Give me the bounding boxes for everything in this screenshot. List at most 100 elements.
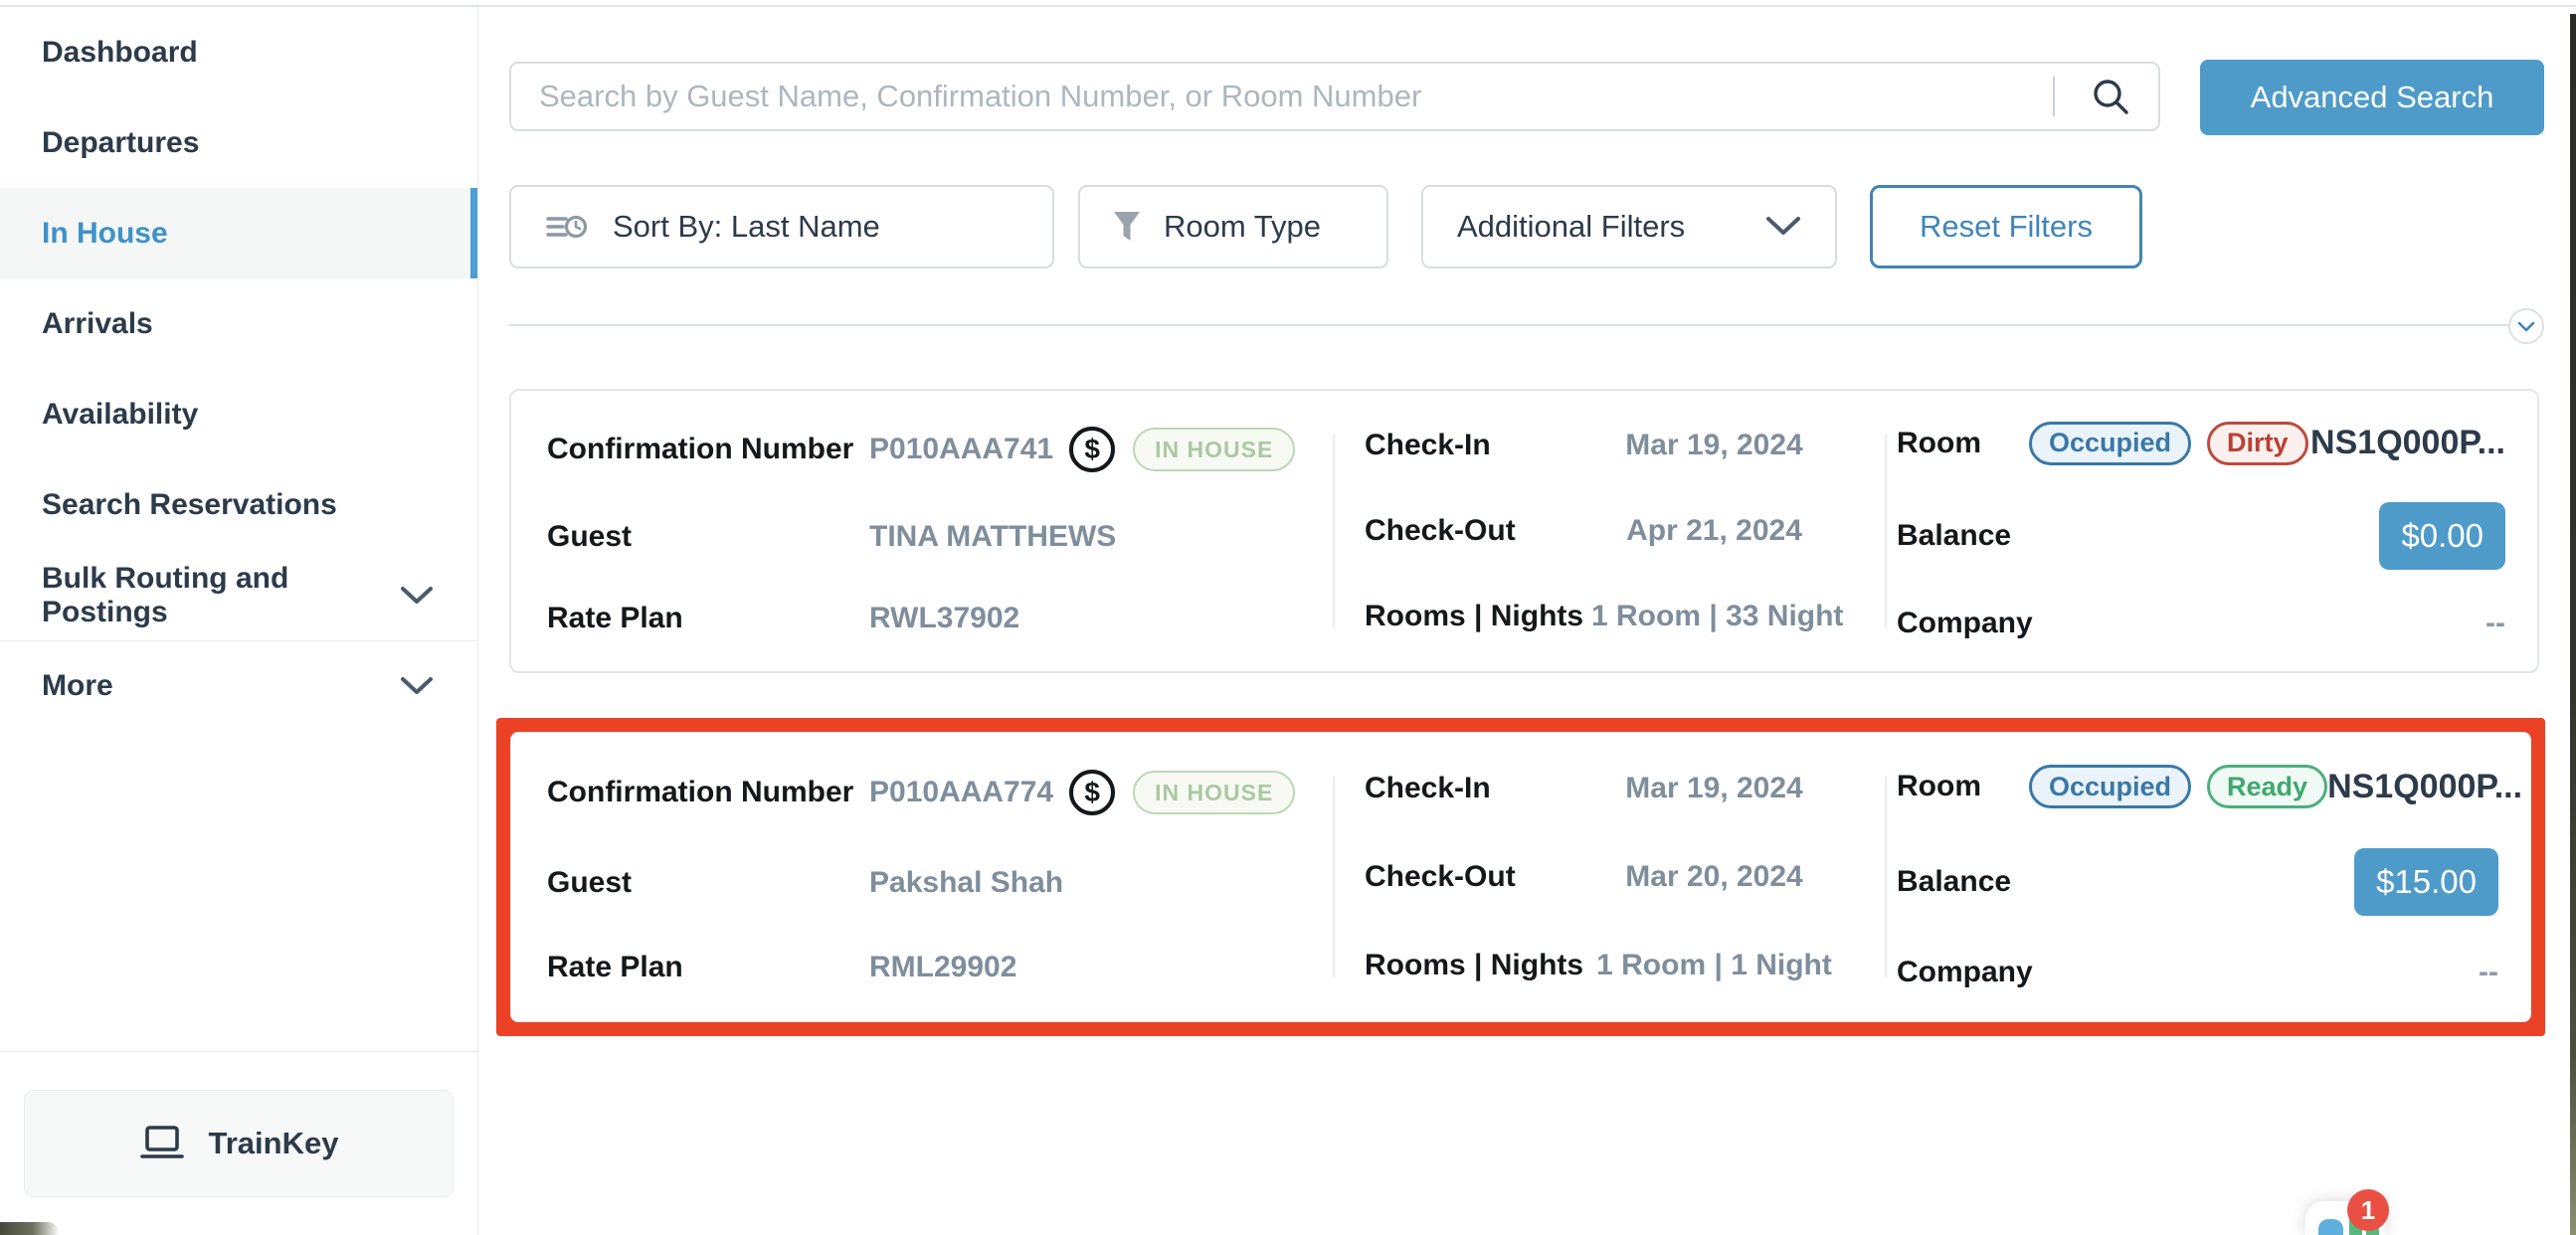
sort-by-time-icon (545, 208, 589, 246)
checkin-label: Check-In (1365, 429, 1591, 462)
chevron-down-icon (2517, 321, 2535, 332)
balance-label: Balance (1897, 519, 2011, 553)
chevron-down-icon (400, 676, 434, 696)
rate-plan-label: Rate Plan (547, 602, 869, 635)
rooms-nights-value: 1 Room | 33 Night (1591, 600, 1843, 633)
room-status-badge-occupied: Occupied (2029, 765, 2191, 808)
filters-divider (509, 324, 2510, 326)
rate-plan-row: Rate Plan RWL37902 (547, 602, 1333, 635)
sort-by-label: Sort By: Last Name (613, 209, 880, 245)
highlight-frame: Confirmation Number P010AAA774 $ IN HOUS… (496, 718, 2545, 1036)
collapse-filters-toggle[interactable] (2508, 308, 2544, 344)
search-icon[interactable] (2089, 75, 2132, 118)
balance-row: Balance $0.00 (1897, 502, 2505, 570)
sidebar-item-label: Bulk Routing and Postings (42, 562, 400, 629)
reset-filters-button[interactable]: Reset Filters (1870, 185, 2142, 268)
sidebar-item-bulk-routing[interactable]: Bulk Routing and Postings (0, 550, 477, 640)
room-status-badge-occupied: Occupied (2029, 422, 2191, 465)
balance-button[interactable]: $15.00 (2354, 848, 2498, 916)
room-type-label: Room Type (1164, 209, 1321, 245)
rate-plan-value: RML29902 (869, 951, 1016, 984)
checkin-value: Mar 19, 2024 (1591, 772, 1837, 805)
laptop-icon (139, 1125, 185, 1162)
dollar-icon[interactable]: $ (1069, 427, 1115, 472)
in-house-status-badge: IN HOUSE (1133, 428, 1295, 471)
balance-row: Balance $15.00 (1897, 848, 2498, 916)
guest-value: Pakshal Shah (869, 866, 1063, 900)
guest-label: Guest (547, 520, 869, 554)
rooms-nights-value: 1 Room | 1 Night (1591, 949, 1837, 982)
rooms-nights-label: Rooms | Nights (1365, 949, 1591, 982)
card-guest-column: Confirmation Number P010AAA741 $ IN HOUS… (511, 403, 1333, 659)
background-window-edge (2570, 14, 2576, 1235)
trainkey-label: TrainKey (209, 1126, 339, 1161)
card-room-column: Room Occupied Dirty NS1Q000P... Balance … (1887, 403, 2537, 659)
checkout-value: Mar 20, 2024 (1591, 860, 1837, 894)
room-row: Room Occupied Ready NS1Q000P... (1897, 765, 2498, 808)
checkin-value: Mar 19, 2024 (1591, 429, 1837, 462)
search-field (509, 62, 2160, 131)
sidebar-item-label: More (42, 669, 113, 703)
confirmation-value: P010AAA774 (869, 776, 1053, 809)
sort-by-button[interactable]: Sort By: Last Name (509, 185, 1054, 268)
rate-plan-label: Rate Plan (547, 951, 869, 984)
trainkey-button[interactable]: TrainKey (24, 1090, 454, 1197)
balance-label: Balance (1897, 865, 2011, 899)
card-dates-column: Check-In Mar 19, 2024 Check-Out Mar 20, … (1333, 745, 1887, 1009)
sidebar-item-label: Search Reservations (42, 488, 337, 522)
rooms-nights-label: Rooms | Nights (1365, 600, 1591, 633)
pms-in-house-screen: Dashboard Departures In House Arrivals A… (0, 0, 2576, 1235)
checkout-row: Check-Out Apr 21, 2024 (1365, 514, 1837, 548)
company-value: -- (2485, 607, 2505, 640)
rooms-nights-row: Rooms | Nights 1 Room | 1 Night (1365, 949, 1837, 982)
additional-filters-label: Additional Filters (1457, 209, 1685, 245)
room-status-badge-dirty: Dirty (2207, 422, 2308, 465)
sidebar-item-in-house[interactable]: In House (0, 188, 477, 278)
funnel-icon (1112, 210, 1142, 244)
guest-label: Guest (547, 866, 869, 900)
checkout-row: Check-Out Mar 20, 2024 (1365, 860, 1837, 894)
confirmation-label: Confirmation Number (547, 776, 869, 809)
sidebar-item-departures[interactable]: Departures (0, 97, 477, 188)
room-label: Room (1897, 770, 1981, 803)
company-row: Company -- (1897, 607, 2505, 640)
card-room-column: Room Occupied Ready NS1Q000P... Balance … (1887, 745, 2530, 1009)
search-input[interactable] (511, 64, 2053, 129)
background-corner (0, 1222, 60, 1235)
advanced-search-button[interactable]: Advanced Search (2200, 60, 2544, 135)
sidebar-item-search-reservations[interactable]: Search Reservations (0, 459, 477, 550)
sidebar-item-availability[interactable]: Availability (0, 369, 477, 459)
sidebar-item-label: Availability (42, 398, 198, 432)
balance-button[interactable]: $0.00 (2379, 502, 2505, 570)
checkin-row: Check-In Mar 19, 2024 (1365, 772, 1837, 805)
chevron-down-icon (1765, 216, 1801, 238)
reservation-card[interactable]: Confirmation Number P010AAA741 $ IN HOUS… (509, 389, 2539, 673)
sidebar-item-label: In House (42, 217, 168, 251)
rate-plan-row: Rate Plan RML29902 (547, 951, 1333, 984)
sidebar-item-label: Departures (42, 126, 199, 160)
room-number-value: NS1Q000P... (2327, 768, 2522, 806)
guest-row: Guest TINA MATTHEWS (547, 520, 1333, 554)
confirmation-row: Confirmation Number P010AAA774 $ IN HOUS… (547, 770, 1333, 815)
checkin-label: Check-In (1365, 772, 1591, 805)
company-label: Company (1897, 956, 2033, 989)
company-value: -- (2479, 956, 2498, 989)
search-separator (2053, 77, 2055, 116)
sidebar: Dashboard Departures In House Arrivals A… (0, 7, 478, 1235)
reservation-card-highlighted[interactable]: Confirmation Number P010AAA774 $ IN HOUS… (510, 732, 2531, 1022)
sidebar-item-more[interactable]: More (0, 640, 477, 731)
room-type-filter-button[interactable]: Room Type (1078, 185, 1388, 268)
sidebar-item-arrivals[interactable]: Arrivals (0, 278, 477, 369)
room-number-value: NS1Q000P... (2310, 424, 2505, 462)
checkin-row: Check-In Mar 19, 2024 (1365, 429, 1837, 462)
guest-value: TINA MATTHEWS (869, 520, 1116, 554)
additional-filters-dropdown[interactable]: Additional Filters (1421, 185, 1837, 268)
room-row: Room Occupied Dirty NS1Q000P... (1897, 422, 2505, 465)
room-label: Room (1897, 427, 1981, 460)
room-status-badge-ready: Ready (2207, 765, 2327, 808)
sidebar-item-dashboard[interactable]: Dashboard (0, 7, 477, 97)
dollar-icon[interactable]: $ (1069, 770, 1115, 815)
confirmation-row: Confirmation Number P010AAA741 $ IN HOUS… (547, 427, 1333, 472)
notification-badge: 1 (2347, 1189, 2389, 1231)
in-house-status-badge: IN HOUSE (1133, 771, 1295, 814)
